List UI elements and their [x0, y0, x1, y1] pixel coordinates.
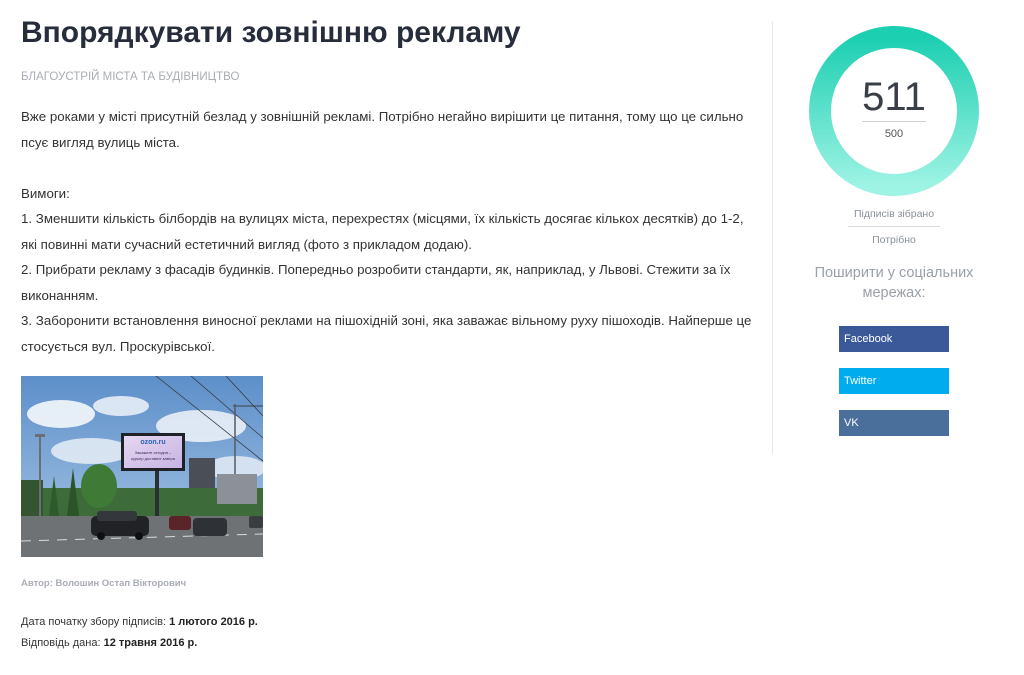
- start-date-row: Дата початку збору підписів: 1 лютого 20…: [21, 616, 258, 628]
- signatures-required-count: 500: [884, 128, 904, 140]
- requirements-heading: Вимоги:: [21, 185, 70, 201]
- billboard-text-1: Закажите сегодня –: [135, 450, 172, 455]
- answer-date-value: 12 травня 2016 р.: [103, 637, 198, 649]
- description-paragraph: Вже роками у місті присутній безлад у зо…: [21, 109, 744, 150]
- answer-date-label: Відповідь дана:: [21, 637, 101, 649]
- requirement-item-3: 3. Заборонити встановлення виносної рекл…: [21, 313, 752, 354]
- count-divider: [862, 121, 926, 122]
- start-date-value: 1 лютого 2016 р.: [169, 616, 258, 628]
- requirement-item-1: 1. Зменшити кількість білбордів на вулиц…: [21, 211, 744, 252]
- petition-description: Вже роками у місті присутній безлад у зо…: [21, 104, 761, 359]
- petition-photo[interactable]: ozon.ru Закажите сегодня – курьер достав…: [21, 376, 263, 557]
- petition-author: Автор: Волошин Остап Вікторович: [21, 578, 187, 589]
- signatures-collected-count: 511: [862, 75, 926, 119]
- label-divider: [848, 226, 940, 227]
- share-heading: Поширити у соціальних мережах:: [814, 265, 974, 301]
- petition-title: Впорядкувати зовнішню рекламу: [21, 16, 521, 49]
- answer-date-row: Відповідь дана: 12 травня 2016 р.: [21, 637, 197, 649]
- column-divider: [772, 22, 773, 454]
- start-date-label: Дата початку збору підписів:: [21, 616, 167, 628]
- signatures-collected-label: Підписів зібрано: [853, 208, 935, 220]
- requirement-item-2: 2. Прибрати рекламу з фасадів будинків. …: [21, 262, 731, 303]
- share-twitter-button[interactable]: Twitter: [839, 368, 949, 394]
- share-vk-button[interactable]: VK: [839, 410, 949, 436]
- billboard-text-2: курьер доставит завтра: [131, 456, 176, 461]
- billboard-brand: ozon.ru: [140, 439, 165, 446]
- signatures-required-label: Потрібно: [872, 234, 916, 246]
- share-facebook-button[interactable]: Facebook: [839, 326, 949, 352]
- petition-category[interactable]: БЛАГОУСТРІЙ МІСТА ТА БУДІВНИЦТВО: [21, 71, 239, 83]
